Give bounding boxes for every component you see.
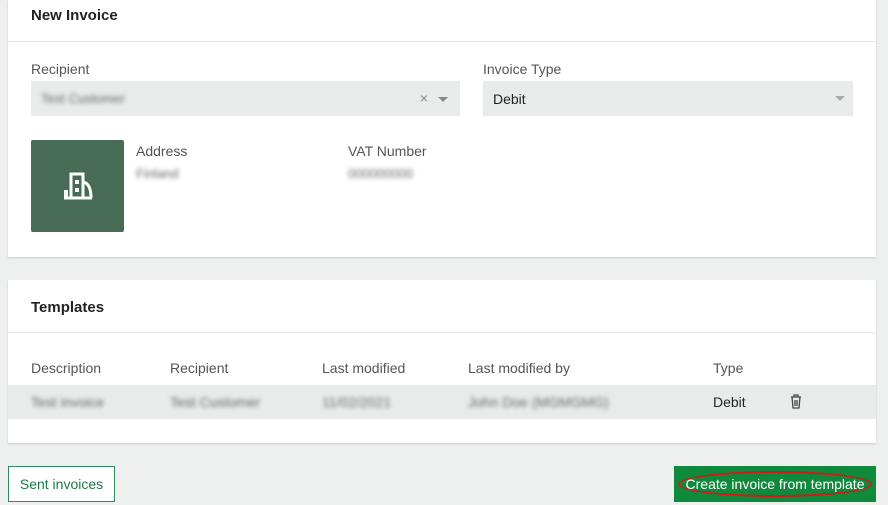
cell-type: Debit <box>713 394 746 410</box>
recipient-select[interactable]: Test Customer × <box>31 81 460 116</box>
building-icon <box>63 172 92 200</box>
col-last-modified: Last modified <box>322 360 406 376</box>
col-description: Description <box>31 360 102 376</box>
vat-value: 000000000 <box>348 166 414 181</box>
col-last-modified-by: Last modified by <box>468 360 570 376</box>
divider <box>8 332 876 333</box>
create-invoice-label: Create invoice from template <box>677 471 873 497</box>
templates-title: Templates <box>31 299 105 316</box>
address-value: Finland <box>136 166 179 181</box>
invoice-type-label: Invoice Type <box>483 61 562 77</box>
recipient-value: Test Customer <box>41 91 125 106</box>
cell-description: Test invoice <box>31 394 105 410</box>
divider <box>8 41 876 42</box>
clear-icon[interactable]: × <box>420 90 428 106</box>
sent-invoices-button[interactable]: Sent invoices <box>8 466 115 502</box>
chevron-down-icon[interactable] <box>835 96 845 101</box>
col-type: Type <box>713 360 744 376</box>
cell-last-modified: 11/02/2021 <box>322 394 392 410</box>
company-avatar <box>31 140 124 232</box>
create-invoice-from-template-button[interactable]: Create invoice from template <box>674 466 876 502</box>
templates-card: Templates Description Recipient Last mod… <box>8 280 876 443</box>
cell-recipient: Test Customer <box>170 394 261 410</box>
address-label: Address <box>136 143 188 159</box>
table-row[interactable]: Test invoice Test Customer 11/02/2021 Jo… <box>8 385 876 419</box>
recipient-label: Recipient <box>31 61 90 77</box>
page-title: New Invoice <box>31 7 118 24</box>
col-recipient: Recipient <box>170 360 229 376</box>
vat-label: VAT Number <box>348 143 427 159</box>
trash-icon[interactable] <box>790 394 802 409</box>
new-invoice-card: New Invoice Recipient Test Customer × In… <box>8 0 876 257</box>
chevron-down-icon[interactable] <box>438 97 448 102</box>
invoice-type-value: Debit <box>493 90 526 107</box>
invoice-type-select[interactable]: Debit <box>483 81 853 116</box>
cell-last-modified-by: John Doe (MGMGMG) <box>468 394 609 410</box>
